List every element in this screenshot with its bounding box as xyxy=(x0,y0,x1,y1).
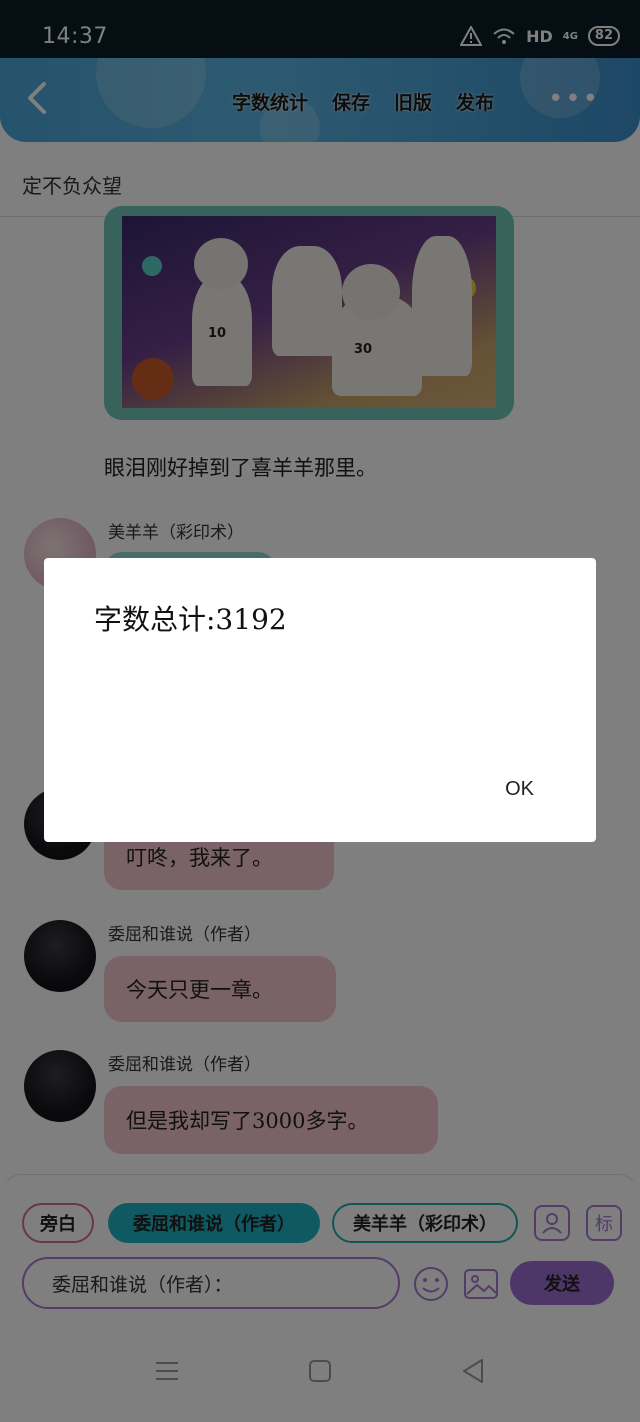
word-count-text: 字数总计:3192 xyxy=(94,603,287,636)
word-count-dialog: 字数总计:3192 OK xyxy=(44,558,596,842)
ok-button[interactable]: OK xyxy=(505,778,534,801)
